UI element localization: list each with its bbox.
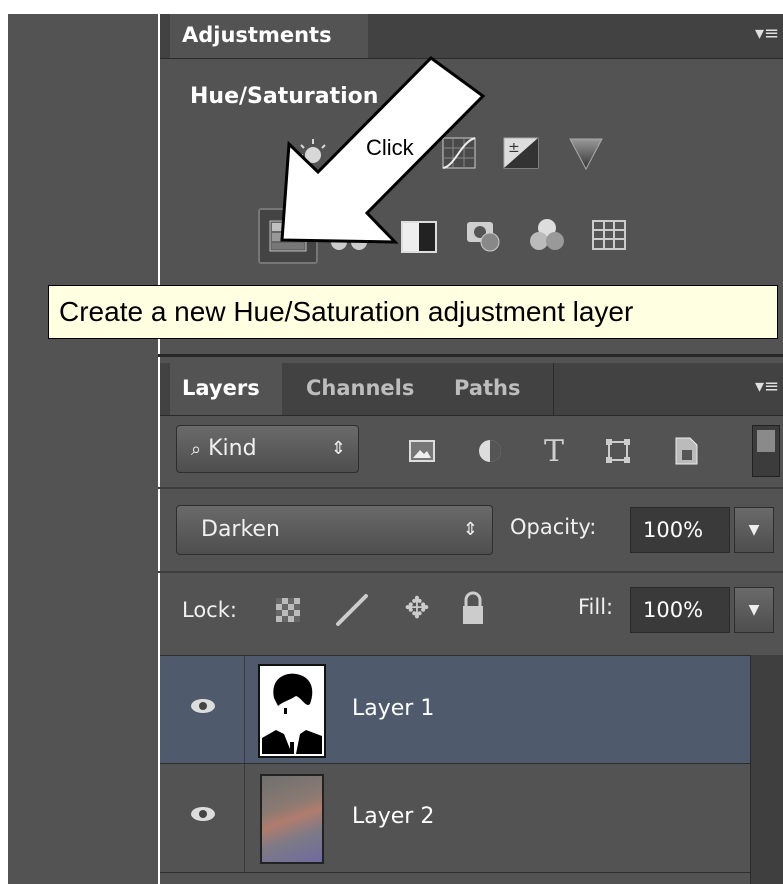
- adjustment-layer-filter-icon[interactable]: [472, 433, 508, 469]
- tooltip: Create a new Hue/Saturation adjustment l…: [48, 285, 778, 339]
- filter-kind-label: Kind: [208, 436, 257, 461]
- tab-layers[interactable]: Layers: [170, 363, 282, 415]
- filter-toggle-switch[interactable]: [752, 425, 780, 477]
- search-icon: ⌕: [191, 439, 202, 460]
- layers-divider-2: [158, 571, 783, 573]
- visibility-toggle[interactable]: [160, 764, 245, 872]
- layers-divider-1: [158, 487, 783, 489]
- layer-name[interactable]: Layer 2: [352, 804, 434, 829]
- color-balance-icon[interactable]: [328, 216, 370, 258]
- pixel-layer-filter-icon[interactable]: [404, 433, 440, 469]
- tab-channels[interactable]: Channels: [294, 363, 430, 415]
- layer-row-layer-2[interactable]: Layer 2: [160, 763, 750, 873]
- click-annotation-label: Click: [366, 135, 414, 160]
- black-white-icon[interactable]: [398, 216, 440, 258]
- eye-icon: [191, 699, 215, 713]
- layer-name[interactable]: Layer 1: [352, 696, 434, 721]
- layers-panel-menu-icon[interactable]: ▾≡: [751, 377, 783, 397]
- layers-scrollbar[interactable]: [750, 655, 783, 884]
- lock-position-icon[interactable]: ✥: [398, 590, 436, 628]
- tab-paths[interactable]: Paths: [442, 363, 554, 415]
- layers-tabbar: Layers Channels Paths ▾≡: [160, 363, 783, 416]
- lock-transparent-pixels-icon[interactable]: [276, 598, 300, 622]
- fill-label: Fill:: [578, 595, 614, 619]
- shape-layer-filter-icon[interactable]: [600, 433, 636, 469]
- panel-menu-icon[interactable]: ▾≡: [751, 24, 783, 44]
- hue-saturation-icon[interactable]: [258, 208, 318, 264]
- visibility-toggle[interactable]: [160, 656, 245, 764]
- opacity-dropdown-button[interactable]: ▼: [734, 507, 774, 553]
- opacity-label: Opacity:: [510, 515, 597, 539]
- photo-filter-icon[interactable]: [462, 214, 504, 256]
- svg-text:±: ±: [508, 140, 520, 156]
- adjustment-title: Hue/Saturation: [190, 84, 379, 109]
- layer-thumbnail[interactable]: [258, 664, 326, 758]
- fill-dropdown-button[interactable]: ▼: [734, 587, 774, 633]
- type-layer-filter-icon[interactable]: T: [536, 433, 572, 469]
- opacity-field[interactable]: 100%: [630, 507, 730, 553]
- fill-field[interactable]: 100%: [630, 587, 730, 633]
- left-dock-strip: [8, 14, 158, 884]
- lock-label: Lock:: [182, 598, 237, 622]
- lock-image-pixels-icon[interactable]: [334, 592, 370, 628]
- tab-adjustments[interactable]: Adjustments: [170, 14, 368, 58]
- eye-icon: [191, 807, 215, 821]
- blend-mode-value: Darken: [201, 517, 280, 542]
- exposure-icon[interactable]: ±: [500, 132, 542, 174]
- vibrance-icon[interactable]: [565, 132, 607, 174]
- lock-all-icon[interactable]: [460, 590, 486, 626]
- select-arrows-icon: ⇕: [330, 438, 346, 459]
- filter-kind-select[interactable]: ⌕ Kind ⇕: [176, 425, 359, 473]
- smart-object-filter-icon[interactable]: [668, 433, 704, 469]
- layer-thumbnail[interactable]: [260, 774, 324, 864]
- channel-mixer-icon[interactable]: [526, 214, 568, 256]
- select-arrows-icon: ⇕: [462, 519, 478, 540]
- curves-icon[interactable]: [438, 132, 480, 174]
- adjustments-tabbar: Adjustments ▾≡: [160, 14, 783, 59]
- color-lookup-icon[interactable]: [588, 214, 630, 256]
- blend-mode-select[interactable]: Darken ⇕: [176, 505, 493, 555]
- layer-row-layer-1[interactable]: Layer 1: [160, 655, 750, 764]
- brightness-contrast-icon[interactable]: [292, 132, 334, 174]
